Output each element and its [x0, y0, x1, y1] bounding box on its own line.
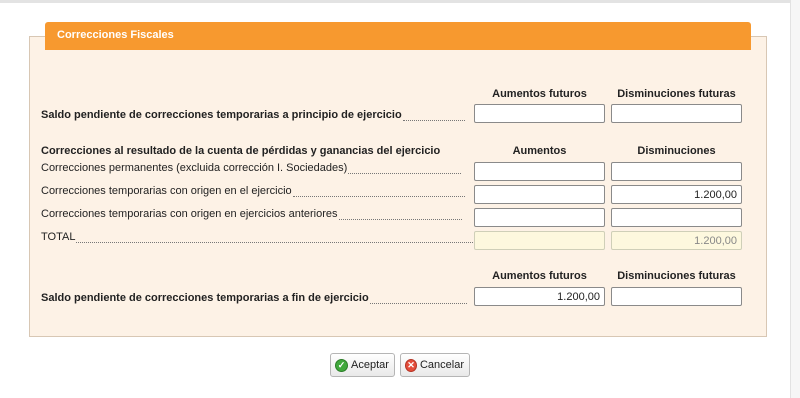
saldo-principio-disminuciones-input[interactable] [611, 104, 742, 123]
label-temporarias-anteriores: Correcciones temporarias con origen en e… [41, 208, 462, 220]
temporarias-anteriores-aumentos-input[interactable] [474, 208, 605, 227]
label-saldo-principio: Saldo pendiente de correcciones temporar… [41, 109, 465, 121]
header-aumentos: Aumentos [512, 145, 567, 157]
label-correcciones-permanentes: Correcciones permanentes (excluida corre… [41, 162, 462, 174]
saldo-fin-disminuciones-input[interactable] [611, 287, 742, 306]
correcciones-permanentes-aumentos-input[interactable] [474, 162, 605, 181]
dialog-top-border [0, 0, 800, 3]
temporarias-ejercicio-aumentos-input[interactable] [474, 185, 605, 204]
label-correcciones-resultado: Correcciones al resultado de la cuenta d… [41, 145, 441, 157]
total-disminuciones-field [611, 231, 742, 250]
total-aumentos-field [474, 231, 605, 250]
saldo-fin-aumentos-input[interactable] [474, 287, 605, 306]
header-aumentos-futuros-end: Aumentos futuros [492, 270, 587, 282]
check-circle-icon: ✓ [335, 358, 348, 372]
label-saldo-fin: Saldo pendiente de correcciones temporar… [41, 292, 467, 304]
saldo-principio-aumentos-input[interactable] [474, 104, 605, 123]
temporarias-ejercicio-disminuciones-input[interactable] [611, 185, 742, 204]
header-disminuciones-futuras-end: Disminuciones futuras [617, 270, 736, 282]
header-aumentos-futuros-start: Aumentos futuros [492, 88, 587, 100]
cancel-button-label: Cancelar [419, 359, 464, 371]
header-disminuciones-futuras-start: Disminuciones futuras [617, 88, 736, 100]
header-disminuciones: Disminuciones [637, 145, 716, 157]
close-circle-icon: ✕ [405, 358, 417, 372]
panel-title: Correcciones Fiscales [45, 22, 751, 50]
correcciones-permanentes-disminuciones-input[interactable] [611, 162, 742, 181]
window-scrollbar[interactable] [790, 0, 800, 398]
accept-button[interactable]: ✓ Aceptar [330, 353, 395, 377]
label-temporarias-ejercicio: Correcciones temporarias con origen en e… [41, 185, 465, 197]
temporarias-anteriores-disminuciones-input[interactable] [611, 208, 742, 227]
accept-button-label: Aceptar [351, 359, 389, 371]
label-total: TOTAL [41, 231, 476, 243]
cancel-button[interactable]: ✕ Cancelar [400, 353, 470, 377]
